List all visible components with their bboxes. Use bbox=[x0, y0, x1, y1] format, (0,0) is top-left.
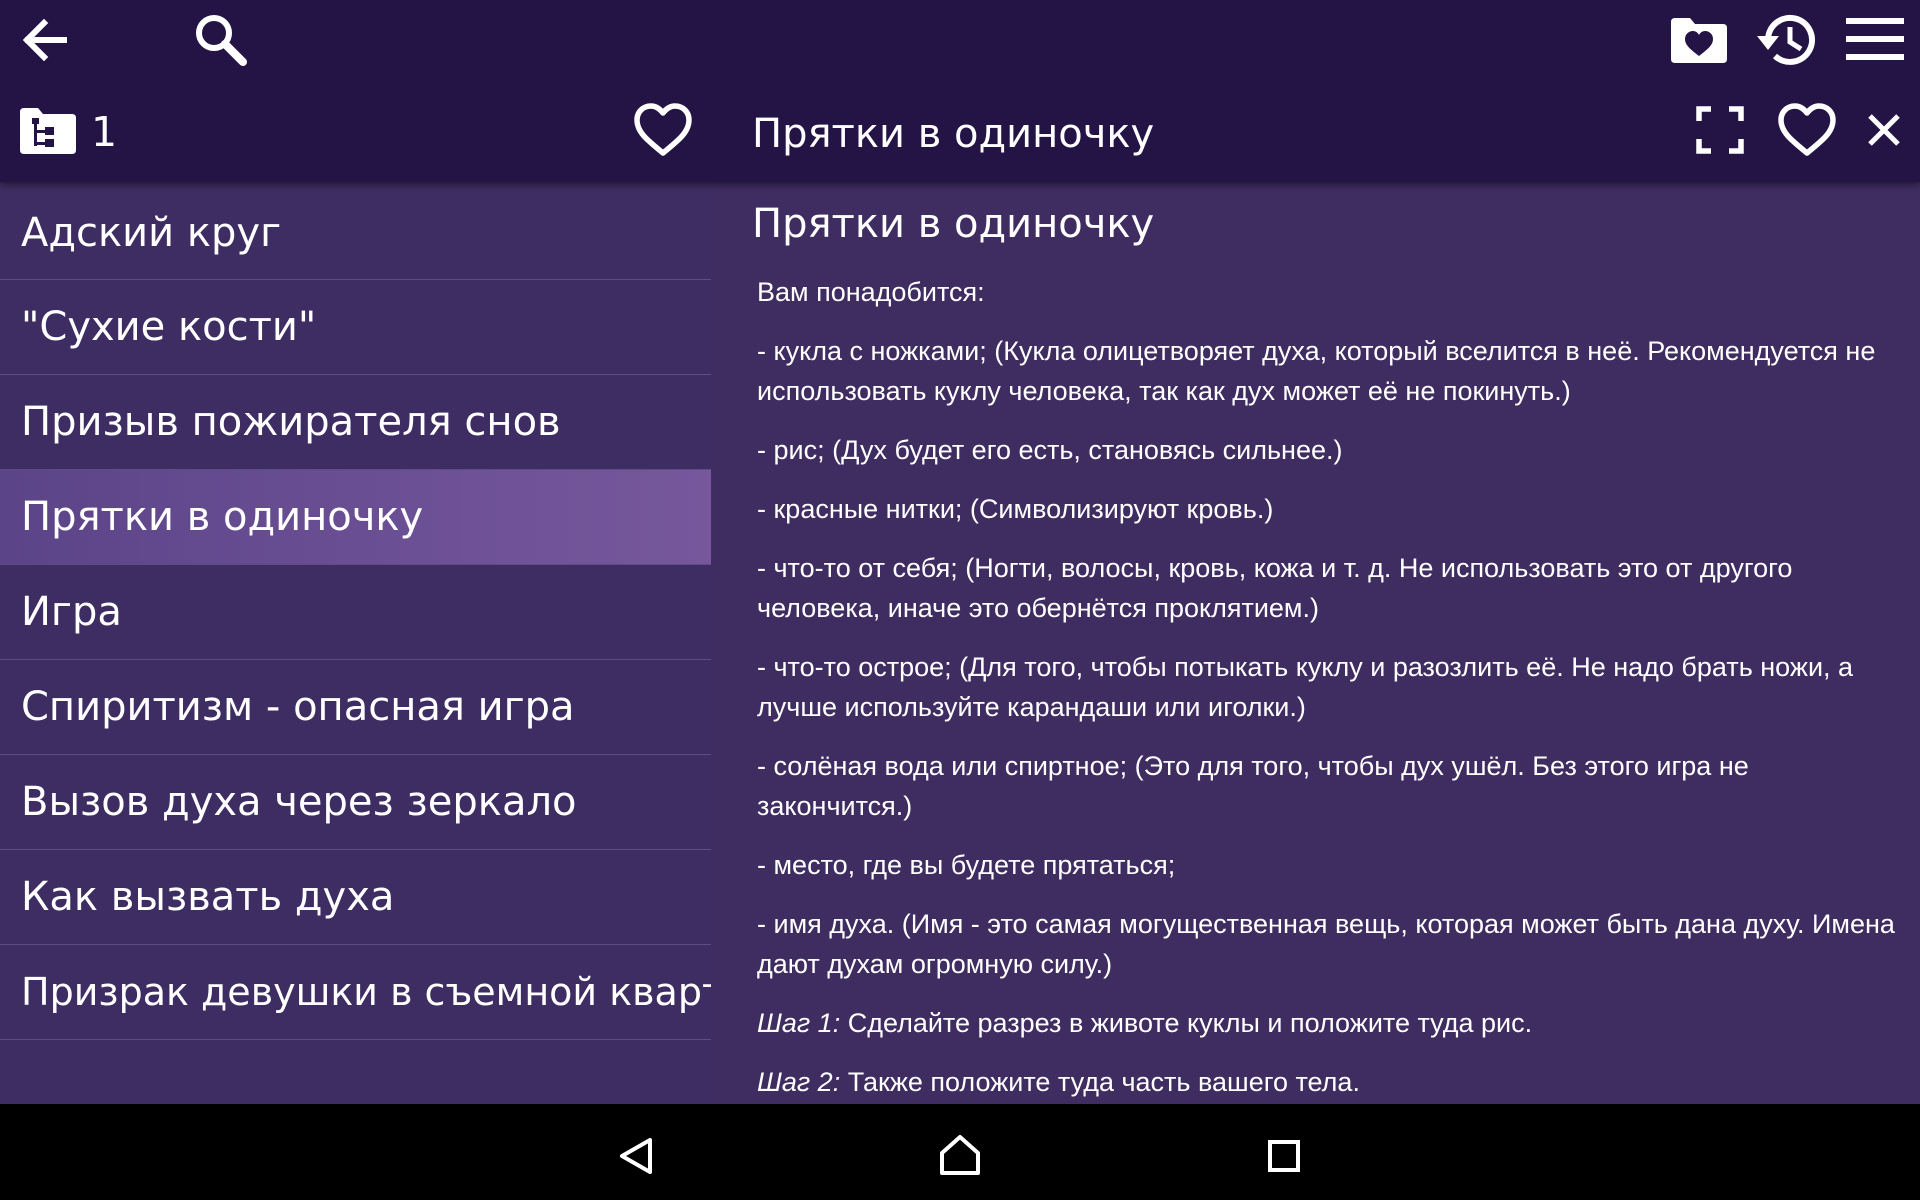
list-item-label: Прятки в одиночку bbox=[21, 494, 424, 540]
list-item-label: Спиритизм - опасная игра bbox=[21, 684, 575, 730]
heart-outline-icon[interactable] bbox=[632, 102, 694, 158]
article-list: Адский круг "Сухие кости" Призыв пожират… bbox=[0, 182, 796, 1104]
back-arrow-icon[interactable] bbox=[18, 14, 70, 66]
list-item-label: Призрак девушки в съемной квартире bbox=[21, 970, 797, 1014]
fullscreen-icon[interactable] bbox=[1696, 106, 1744, 154]
folder-heart-icon[interactable] bbox=[1668, 14, 1730, 66]
article-paragraph: Вам понадобится: bbox=[757, 277, 985, 307]
step-label: Шаг 2: bbox=[757, 1067, 841, 1097]
list-item-label: Как вызвать духа bbox=[21, 874, 395, 920]
article-paragraph: - имя духа. (Имя - это самая могуществен… bbox=[757, 909, 1895, 979]
article-step: Шаг 2: Также положите туда часть вашего … bbox=[757, 1062, 1907, 1102]
nav-recents-square-icon[interactable] bbox=[1268, 1140, 1300, 1172]
detail-title: Прятки в одиночку bbox=[752, 111, 1155, 157]
nav-home-icon[interactable] bbox=[938, 1133, 982, 1177]
list-item[interactable]: Вызов духа через зеркало bbox=[0, 755, 711, 850]
list-item-label: Призыв пожирателя снов bbox=[21, 399, 561, 445]
article-paragraph: - рис; (Дух будет его есть, становясь си… bbox=[757, 435, 1343, 465]
list-item[interactable]: Призрак девушки в съемной квартире bbox=[0, 945, 796, 1040]
article-title: Прятки в одиночку bbox=[752, 201, 1155, 247]
article-step: Шаг 1: Сделайте разрез в животе куклы и … bbox=[757, 1003, 1907, 1043]
list-item[interactable]: Адский круг bbox=[0, 182, 711, 280]
step-text: Также положите туда часть вашего тела. bbox=[840, 1067, 1360, 1097]
step-label: Шаг 1: bbox=[757, 1008, 841, 1038]
list-item[interactable]: Игра bbox=[0, 565, 711, 660]
list-item[interactable]: Призыв пожирателя снов bbox=[0, 375, 711, 470]
article-paragraph: - кукла с ножками; (Кукла олицетворяет д… bbox=[757, 336, 1876, 406]
list-item-label: Игра bbox=[21, 589, 122, 635]
list-item-label: Адский круг bbox=[21, 210, 282, 256]
article-paragraph: - место, где вы будете прятаться; bbox=[757, 850, 1176, 880]
heart-outline-icon[interactable] bbox=[1776, 102, 1838, 158]
nav-back-triangle-icon[interactable] bbox=[616, 1136, 656, 1176]
article-paragraph: - красные нитки; (Символизируют кровь.) bbox=[757, 494, 1274, 524]
list-item[interactable]: Как вызвать духа bbox=[0, 850, 711, 945]
list-item[interactable]: "Сухие кости" bbox=[0, 280, 711, 375]
close-icon[interactable] bbox=[1866, 112, 1902, 148]
list-item-label: Вызов духа через зеркало bbox=[21, 779, 577, 825]
folder-tree-icon[interactable] bbox=[18, 106, 78, 156]
history-icon[interactable] bbox=[1754, 10, 1818, 70]
list-item-selected[interactable]: Прятки в одиночку bbox=[0, 470, 711, 565]
article-content: Прятки в одиночку Вам понадобится: - кук… bbox=[711, 182, 1920, 1104]
step-text: Сделайте разрез в животе куклы и положит… bbox=[840, 1008, 1533, 1038]
hamburger-menu-icon[interactable] bbox=[1846, 18, 1904, 60]
article-paragraph: - солёная вода или спиртное; (Это для то… bbox=[757, 751, 1749, 821]
system-nav-bar bbox=[0, 1104, 1920, 1200]
article-body: Вам понадобится: - кукла с ножками; (Кук… bbox=[757, 272, 1907, 1104]
article-paragraph: - что-то от себя; (Ногти, волосы, кровь,… bbox=[757, 553, 1793, 623]
item-count: 1 bbox=[91, 108, 118, 156]
app-bar: 1 Прятки в одиночку bbox=[0, 0, 1920, 182]
search-icon[interactable] bbox=[190, 10, 250, 70]
list-item-label: "Сухие кости" bbox=[21, 304, 317, 350]
article-paragraph: - что-то острое; (Для того, чтобы потыка… bbox=[757, 652, 1854, 722]
list-item[interactable]: Спиритизм - опасная игра bbox=[0, 660, 711, 755]
